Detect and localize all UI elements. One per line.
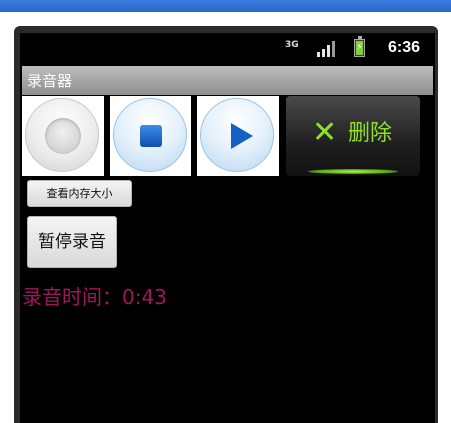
play-icon: [200, 98, 274, 172]
record-icon: [25, 98, 99, 172]
status-time: 6:36: [388, 39, 421, 56]
3g-icon: 3G: [285, 40, 299, 50]
delete-label: 删除: [348, 121, 393, 146]
view-memory-button[interactable]: 查看内存大小: [27, 180, 132, 207]
window-title-bar: [0, 0, 451, 12]
stop-button[interactable]: [110, 96, 191, 176]
app-title: 录音器: [27, 72, 73, 90]
status-bar: 3G ⚡ 6:36: [20, 33, 435, 65]
play-button[interactable]: [197, 96, 279, 176]
signal-icon: [317, 41, 339, 57]
record-button[interactable]: [22, 96, 104, 176]
delete-glow: [308, 169, 398, 174]
close-icon: ✕: [312, 115, 338, 150]
device-screen: 3G ⚡ 6:36 录音器 ✕ 删除 查看内存大小 暂停录音 录音时间：0:43: [20, 33, 435, 423]
app-title-bar: 录音器: [22, 66, 433, 95]
delete-button[interactable]: ✕ 删除: [286, 96, 420, 176]
pause-recording-button[interactable]: 暂停录音: [27, 216, 117, 268]
stop-icon: [113, 98, 187, 172]
recording-time-label: 录音时间：0:43: [22, 285, 167, 309]
battery-charging-icon: ⚡: [354, 36, 365, 57]
